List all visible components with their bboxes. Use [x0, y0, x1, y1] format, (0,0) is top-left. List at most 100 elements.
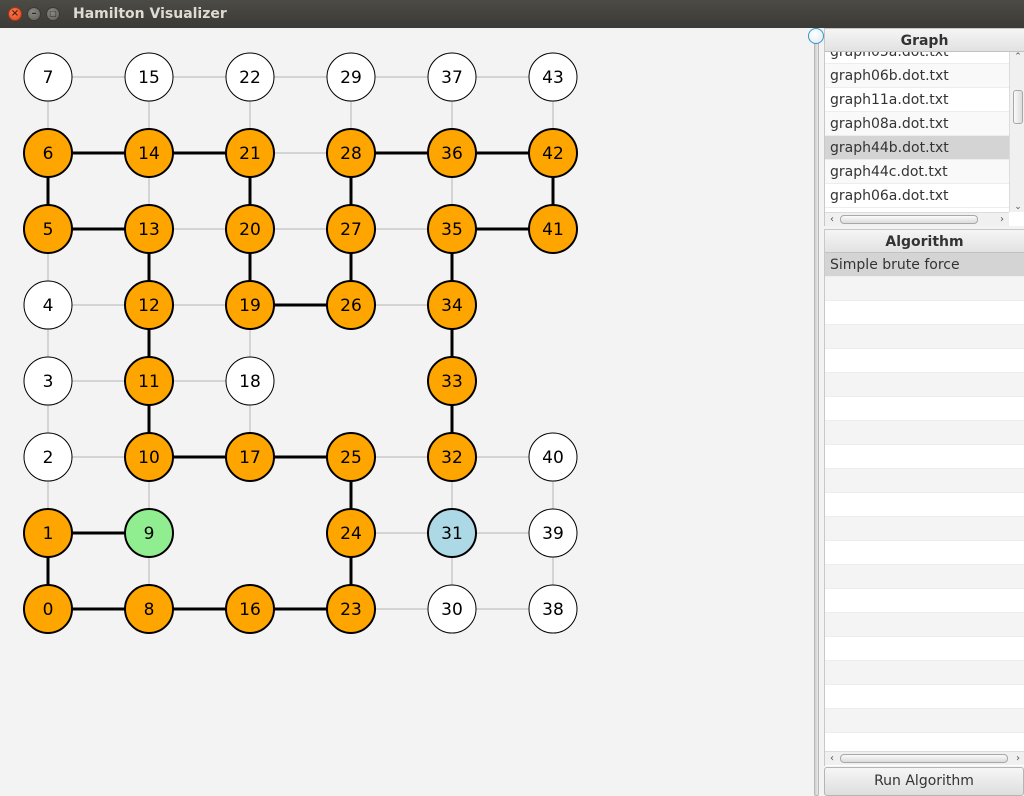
graph-node-6: 6	[23, 128, 73, 178]
graph-list-vertical-scrollbar[interactable]: ⌃ ⌄	[1009, 52, 1024, 212]
graph-node-31: 31	[427, 508, 477, 558]
algorithm-list-horizontal-scrollbar[interactable]: ‹ ›	[825, 751, 1024, 765]
speed-slider-track[interactable]	[814, 36, 819, 796]
algorithm-list[interactable]: Simple brute force	[825, 253, 1024, 751]
graph-node-29: 29	[326, 52, 376, 102]
node-label: 2	[43, 448, 54, 468]
graph-node-17: 17	[225, 432, 275, 482]
algorithm-item[interactable]: Simple brute force	[825, 253, 1024, 277]
graph-node-37: 37	[427, 52, 477, 102]
empty-list-row	[825, 589, 1024, 613]
close-icon: ×	[10, 8, 20, 19]
graph-node-9: 9	[124, 508, 174, 558]
node-label: 33	[441, 372, 463, 392]
graph-canvas: 7 15 22 29 37 43 6 14 21 28 36 42 5 13 20 27 35 41 4 12 19 26…	[0, 28, 808, 796]
node-label: 12	[138, 296, 160, 316]
node-label: 0	[43, 600, 54, 620]
node-label: 19	[239, 296, 261, 316]
graph-drawing: 7 15 22 29 37 436 14 21 28 36 425 13 20 27 35 414 12 19 26…	[23, 52, 578, 634]
scroll-up-icon[interactable]: ⌃	[1010, 52, 1024, 62]
node-label: 23	[340, 600, 362, 620]
graph-node-40: 40	[528, 432, 578, 482]
empty-list-row	[825, 685, 1024, 709]
graph-node-13: 13	[124, 204, 174, 254]
node-label: 31	[441, 524, 463, 544]
graph-node-24: 24	[326, 508, 376, 558]
empty-list-row	[825, 325, 1024, 349]
empty-list-row	[825, 397, 1024, 421]
run-algorithm-button[interactable]: Run Algorithm	[824, 767, 1024, 796]
graph-file-item[interactable]: graph05a.dot.txt	[825, 52, 1009, 64]
scroll-right-icon[interactable]: ›	[1011, 752, 1024, 765]
graph-node-4: 4	[23, 280, 73, 330]
node-label: 8	[144, 600, 155, 620]
graph-list-horizontal-scrollbar[interactable]: ‹ ›	[825, 212, 1009, 226]
graph-panel-header: Graph	[825, 28, 1024, 52]
graph-node-0: 0	[23, 584, 73, 634]
node-label: 9	[144, 524, 155, 544]
empty-list-row	[825, 421, 1024, 445]
node-label: 25	[340, 448, 362, 468]
graph-file-item[interactable]: graph44b.dot.txt	[825, 136, 1009, 160]
minimize-window-button[interactable]: –	[27, 7, 41, 21]
node-label: 27	[340, 220, 362, 240]
graph-list-horizontal-scroll-thumb[interactable]	[840, 215, 978, 224]
node-label: 22	[239, 68, 261, 88]
node-label: 14	[138, 144, 160, 164]
empty-list-row	[825, 349, 1024, 373]
algorithm-panel: Algorithm Simple brute force ‹ ›	[824, 229, 1024, 766]
node-label: 37	[441, 68, 463, 88]
graph-node-5: 5	[23, 204, 73, 254]
node-label: 13	[138, 220, 160, 240]
node-label: 20	[239, 220, 261, 240]
algorithm-list-horizontal-scroll-thumb[interactable]	[840, 754, 1008, 763]
empty-list-row	[825, 709, 1024, 733]
node-label: 18	[239, 372, 261, 392]
graph-list-vertical-scroll-thumb[interactable]	[1013, 90, 1023, 124]
node-label: 3	[43, 372, 54, 392]
node-label: 35	[441, 220, 463, 240]
close-window-button[interactable]: ×	[8, 7, 22, 21]
scroll-right-icon[interactable]: ›	[995, 213, 1009, 226]
empty-list-row	[825, 733, 1024, 751]
graph-file-item[interactable]: graph08a.dot.txt	[825, 112, 1009, 136]
graph-node-30: 30	[427, 584, 477, 634]
scroll-down-icon[interactable]: ⌄	[1010, 202, 1024, 212]
scroll-left-icon[interactable]: ‹	[825, 213, 839, 226]
graph-file-list[interactable]: graph05a.dot.txt graph06b.dot.txt graph11a…	[825, 52, 1009, 212]
window-title: Hamilton Visualizer	[73, 6, 227, 22]
speed-slider-thumb[interactable]	[808, 28, 824, 44]
node-label: 17	[239, 448, 261, 468]
graph-node-18: 18	[225, 356, 275, 406]
graph-file-item[interactable]: graph44c.dot.txt	[825, 160, 1009, 184]
graph-node-7: 7	[23, 52, 73, 102]
node-label: 10	[138, 448, 160, 468]
graph-node-10: 10	[124, 432, 174, 482]
graph-file-item[interactable]: graph06b.dot.txt	[825, 64, 1009, 88]
graph-node-2: 2	[23, 432, 73, 482]
graph-node-36: 36	[427, 128, 477, 178]
empty-list-row	[825, 445, 1024, 469]
node-label: 42	[542, 144, 564, 164]
node-label: 29	[340, 68, 362, 88]
graph-node-33: 33	[427, 356, 477, 406]
node-label: 28	[340, 144, 362, 164]
graph-node-34: 34	[427, 280, 477, 330]
node-label: 40	[542, 448, 564, 468]
node-label: 21	[239, 144, 261, 164]
graph-node-26: 26	[326, 280, 376, 330]
node-label: 32	[441, 448, 463, 468]
node-label: 16	[239, 600, 261, 620]
node-label: 34	[441, 296, 463, 316]
graph-node-35: 35	[427, 204, 477, 254]
node-label: 11	[138, 372, 160, 392]
graph-node-28: 28	[326, 128, 376, 178]
maximize-window-button[interactable]: ▢	[46, 7, 60, 21]
empty-list-row	[825, 613, 1024, 637]
node-label: 15	[138, 68, 160, 88]
scroll-left-icon[interactable]: ‹	[825, 752, 839, 765]
graph-file-item[interactable]: graph11a.dot.txt	[825, 88, 1009, 112]
empty-list-row	[825, 493, 1024, 517]
graph-file-item[interactable]: graph06a.dot.txt	[825, 184, 1009, 208]
node-label: 7	[43, 68, 54, 88]
